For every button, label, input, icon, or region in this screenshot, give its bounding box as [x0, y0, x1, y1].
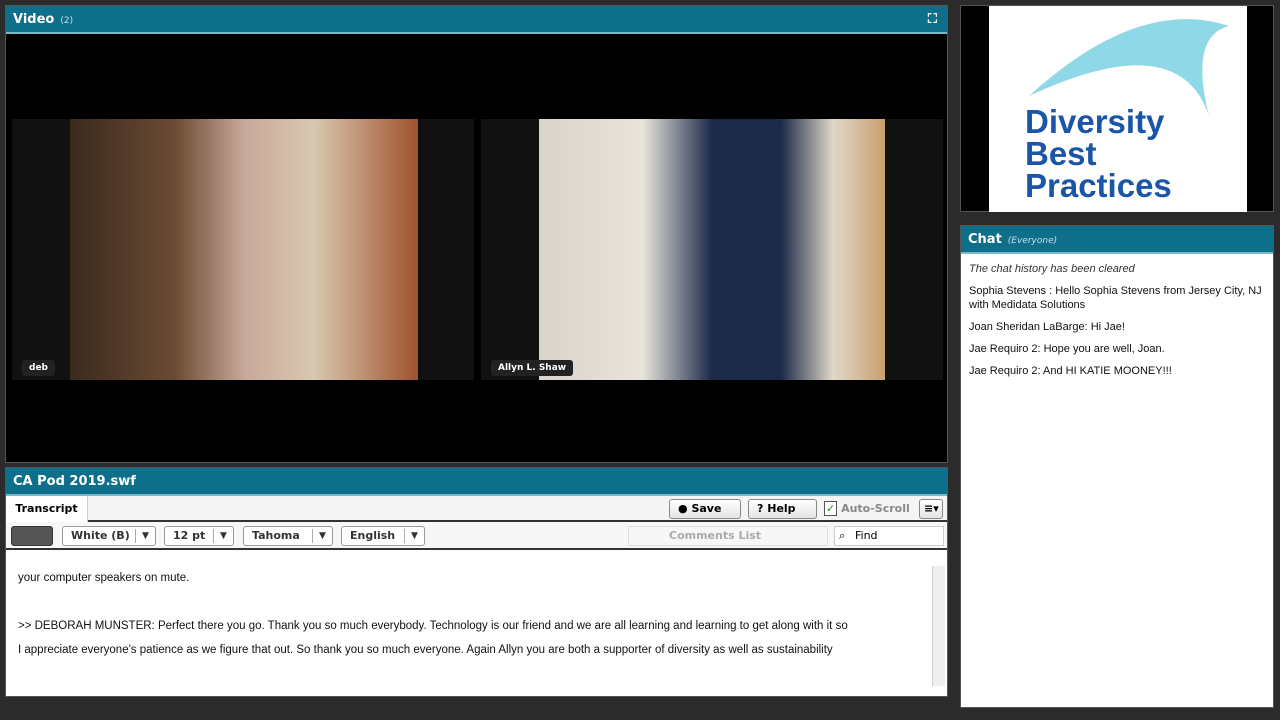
video-header: Video (2) ⛶ — [6, 6, 947, 34]
size-value: 12 pt — [173, 529, 206, 542]
color-value: White (B) — [71, 529, 130, 542]
chat-message: Joan Sheridan LaBarge: Hi Jae! — [969, 321, 1125, 333]
tab-transcript[interactable]: Transcript — [6, 496, 88, 522]
autoscroll-checkbox[interactable]: ✓ Auto-Scroll — [824, 501, 910, 516]
logo-line: Practices — [1025, 167, 1172, 204]
find-input[interactable]: ⌕ Find — [834, 526, 944, 546]
size-select[interactable]: 12 pt ▼ — [164, 526, 234, 546]
chat-header: Chat (Everyone) — [961, 226, 1273, 254]
caption-pod: CA Pod 2019.swf Transcript ● Save ? Help… — [5, 467, 948, 697]
participant-name: deb — [22, 360, 55, 376]
transcript-line: >> DEBORAH MUNSTER: Perfect there you go… — [18, 620, 848, 632]
participant-count: (2) — [60, 16, 74, 26]
search-icon: ⌕ — [839, 529, 846, 542]
comments-label: Comments List — [669, 529, 762, 542]
comments-list-select[interactable]: Comments List — [628, 526, 828, 546]
transcript-line — [18, 590, 919, 614]
help-icon: ? — [757, 502, 764, 515]
chevron-down-icon: ▼ — [135, 529, 155, 543]
layout-toggle[interactable] — [11, 526, 53, 546]
save-label: Save — [691, 502, 722, 515]
save-icon: ● — [678, 502, 688, 515]
chat-message: Sophia Stevens : Hello Sophia Stevens fr… — [969, 285, 1262, 311]
help-label: Help — [767, 502, 796, 515]
language-select[interactable]: English ▼ — [341, 526, 425, 546]
chat-scope: (Everyone) — [1007, 236, 1058, 246]
autoscroll-label: Auto-Scroll — [841, 502, 910, 515]
chat-message: Jae Requiro 2: Hope you are well, Joan. — [969, 343, 1165, 355]
font-select[interactable]: Tahoma ▼ — [243, 526, 333, 546]
chat-system-message: The chat history has been cleared — [969, 263, 1135, 275]
chevron-down-icon: ▼ — [213, 529, 233, 543]
participant-name: Allyn L. Shaw — [491, 360, 574, 376]
transcript-scrollbar[interactable] — [932, 566, 945, 686]
save-button[interactable]: ● Save — [669, 499, 741, 519]
check-icon: ✓ — [824, 501, 838, 516]
language-value: English — [350, 529, 396, 542]
chevron-down-icon: ▼ — [312, 529, 332, 543]
chat-pod: Chat (Everyone) The chat history has been… — [960, 225, 1274, 708]
caption-header: CA Pod 2019.swf — [6, 468, 947, 496]
video-title: Video — [13, 12, 55, 27]
color-select[interactable]: White (B) ▼ — [62, 526, 156, 546]
find-placeholder: Find — [855, 529, 878, 542]
transcript-text: your computer speakers on mute. >> DEBOR… — [6, 566, 931, 686]
logo-text: Diversity Best Practices — [1025, 103, 1172, 204]
video-tile-allyn[interactable]: Allyn L. Shaw — [481, 119, 943, 380]
help-button[interactable]: ? Help — [748, 499, 817, 519]
logo-line: Best — [1025, 135, 1097, 172]
video-pod: Video (2) ⛶ deb Allyn L. Shaw — [5, 5, 948, 463]
transcript-line: your computer speakers on mute. — [18, 572, 190, 584]
logo-pod: Diversity Best Practices — [960, 5, 1274, 212]
menu-button[interactable]: ≡▾ — [919, 499, 943, 519]
transcript-line: I appreciate everyone's patience as we f… — [18, 644, 833, 656]
chevron-down-icon: ▼ — [404, 529, 424, 543]
video-tile-deb[interactable]: deb — [12, 119, 474, 380]
chat-title: Chat — [968, 232, 1002, 247]
chat-message: Jae Requiro 2: And HI KATIE MOONEY!!! — [969, 365, 1172, 377]
font-value: Tahoma — [252, 529, 300, 542]
logo-line: Diversity — [1025, 103, 1165, 140]
fullscreen-icon[interactable]: ⛶ — [928, 6, 937, 34]
